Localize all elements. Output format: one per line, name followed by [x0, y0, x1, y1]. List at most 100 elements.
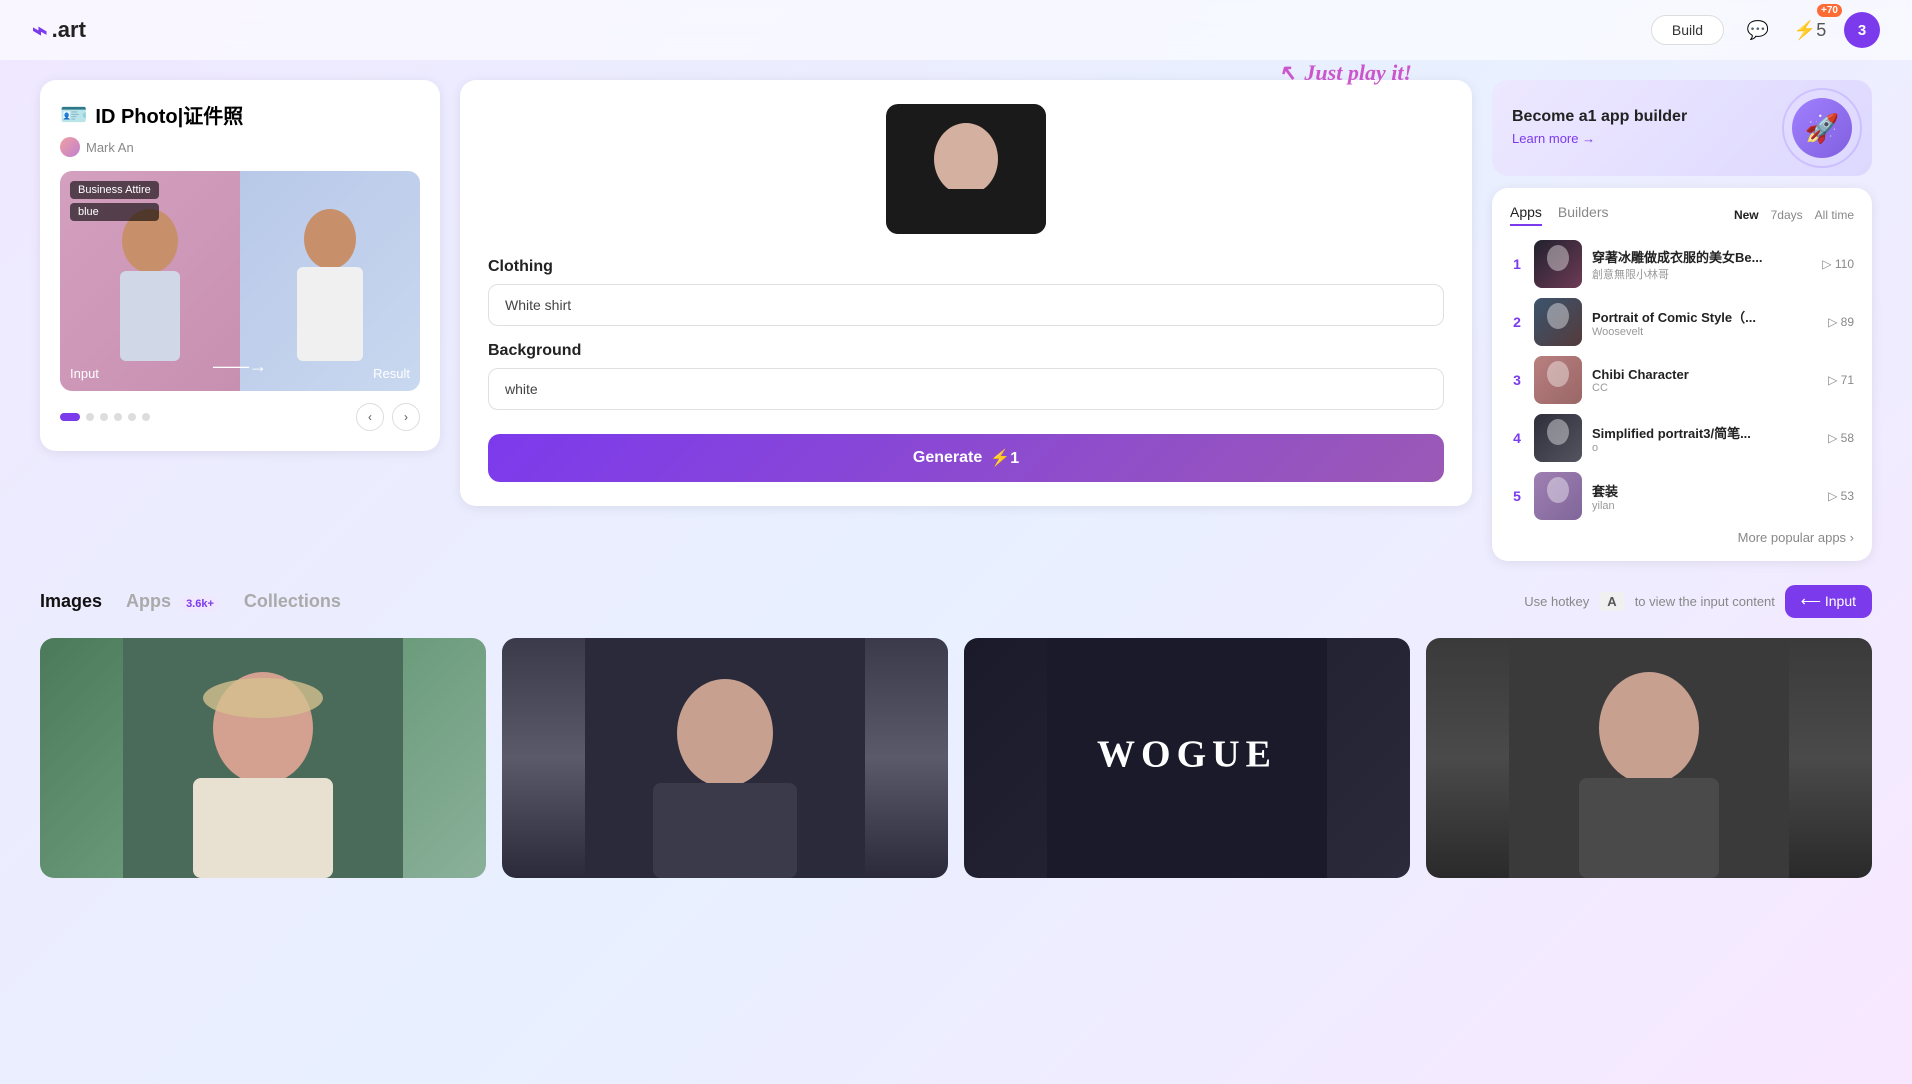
lightning-button[interactable]: ⚡ 5: [1792, 12, 1828, 48]
hotkey-row: Use hotkey A to view the input content ⟵…: [1524, 585, 1872, 618]
become-builder-title: Become a1 app builder: [1512, 108, 1687, 126]
prev-arrow-button[interactable]: ‹: [356, 403, 384, 431]
logo[interactable]: ⌁ .art: [32, 15, 86, 46]
photo-demo: Business Attire blue Input: [60, 171, 420, 391]
author-name: Mark An: [86, 140, 134, 155]
generate-label: Generate: [913, 449, 982, 467]
popular-item-3[interactable]: 3 Chibi Character CC ▷ 71: [1510, 356, 1854, 404]
author-row: Mark An: [60, 137, 420, 157]
popular-info-1: 穿著冰雕做成衣服的美女Be... 創意無限小林哥: [1592, 247, 1812, 282]
apps-count-badge: 3.6k+: [180, 596, 220, 612]
photo-preview-area: [488, 104, 1444, 234]
just-play-it-label: ↖ Just play it!: [1278, 60, 1412, 86]
become-builder-card[interactable]: Become a1 app builder Learn more → 🚀: [1492, 80, 1872, 176]
app-title: 🪪 ID Photo|证件照: [60, 100, 420, 129]
image-4: [1426, 638, 1872, 878]
tabs-right: New 7days All time: [1734, 208, 1854, 222]
more-apps-link[interactable]: More popular apps ›: [1510, 530, 1854, 545]
circle-decoration: [1782, 88, 1862, 168]
dot-4[interactable]: [114, 413, 122, 421]
image-2: [502, 638, 948, 878]
popular-count-2: ▷ 89: [1828, 315, 1854, 329]
popular-name-2: Portrait of Comic Style（...: [1592, 307, 1818, 326]
arrow-divider: ——→: [213, 356, 267, 377]
author-avatar: [60, 137, 80, 157]
popular-item-1[interactable]: 1 穿著冰雕做成衣服的美女Be... 創意無限小林哥 ▷ 110: [1510, 240, 1854, 288]
popular-panel: Apps Builders New 7days All time 1: [1492, 188, 1872, 561]
popular-list: 1 穿著冰雕做成衣服的美女Be... 創意無限小林哥 ▷ 110 2: [1510, 240, 1854, 520]
tabs-left: Apps Builders: [1510, 204, 1609, 226]
popular-author-5: yilan: [1592, 500, 1818, 512]
tab-collections[interactable]: Collections: [244, 591, 341, 612]
dot-2[interactable]: [86, 413, 94, 421]
dot-5[interactable]: [128, 413, 136, 421]
popular-author-3: CC: [1592, 382, 1818, 394]
image-card-3[interactable]: WOGUE: [964, 638, 1410, 878]
lightning-count: 5: [1816, 20, 1826, 41]
popular-thumb-2: [1534, 298, 1582, 346]
time-tab-7days[interactable]: 7days: [1771, 208, 1803, 222]
image-3: WOGUE: [964, 638, 1410, 878]
chat-icon-button[interactable]: 💬: [1740, 12, 1776, 48]
top-section: 🪪 ID Photo|证件照 Mark An Business Attire b…: [40, 80, 1872, 561]
input-button[interactable]: ⟵ Input: [1785, 585, 1872, 618]
tag-business: Business Attire: [70, 181, 159, 199]
popular-item-4[interactable]: 4 Simplified portrait3/简笔... o ▷ 58: [1510, 414, 1854, 462]
person-silhouette-left: [105, 201, 195, 361]
generate-card: ↖ Just play it! Clothing Background Gene: [460, 80, 1472, 506]
dot-3[interactable]: [100, 413, 108, 421]
dot-1[interactable]: [60, 413, 80, 421]
popular-thumb-1: [1534, 240, 1582, 288]
logo-text: .art: [52, 17, 86, 43]
person-silhouette-right: [285, 201, 375, 361]
thumb-svg-5: [1534, 472, 1582, 520]
background-label: Background: [488, 342, 1444, 360]
time-tab-alltime[interactable]: All time: [1815, 208, 1854, 222]
image-card-4[interactable]: [1426, 638, 1872, 878]
tab-apps[interactable]: Apps: [1510, 204, 1542, 226]
clothing-input[interactable]: [488, 284, 1444, 326]
popular-count-1: ▷ 110: [1822, 257, 1854, 271]
user-avatar-button[interactable]: 3: [1844, 12, 1880, 48]
tab-builders[interactable]: Builders: [1558, 204, 1609, 226]
popular-author-1: 創意無限小林哥: [1592, 266, 1812, 282]
face-svg: [886, 104, 1046, 234]
build-button[interactable]: Build: [1651, 15, 1724, 45]
notification-badge: +70: [1817, 4, 1842, 17]
become-builder-text: Become a1 app builder Learn more →: [1512, 108, 1687, 148]
background-input[interactable]: [488, 368, 1444, 410]
tab-apps[interactable]: Apps 3.6k+: [126, 591, 220, 612]
svg-text:WOGUE: WOGUE: [1097, 734, 1277, 776]
popular-rank-5: 5: [1510, 488, 1524, 504]
app-emoji: 🪪: [60, 102, 87, 128]
photo-result-side: Result: [240, 171, 420, 391]
popular-info-5: 套装 yilan: [1592, 481, 1818, 512]
thumb-svg-1: [1534, 240, 1582, 288]
dots-row: ‹ ›: [60, 403, 420, 431]
popular-thumb-5: [1534, 472, 1582, 520]
thumb-svg-4: [1534, 414, 1582, 462]
main-content: 🪪 ID Photo|证件照 Mark An Business Attire b…: [0, 60, 1912, 928]
image-card-1[interactable]: [40, 638, 486, 878]
popular-info-2: Portrait of Comic Style（... Woosevelt: [1592, 307, 1818, 338]
thumb-svg-2: [1534, 298, 1582, 346]
popular-item-5[interactable]: 5 套装 yilan ▷ 53: [1510, 472, 1854, 520]
img-2-svg: [502, 638, 948, 878]
dot-6[interactable]: [142, 413, 150, 421]
generate-button[interactable]: Generate ⚡1: [488, 434, 1444, 482]
tab-images[interactable]: Images: [40, 591, 102, 612]
next-arrow-button[interactable]: ›: [392, 403, 420, 431]
popular-item-2[interactable]: 2 Portrait of Comic Style（... Woosevelt …: [1510, 298, 1854, 346]
img-3-svg: WOGUE: [964, 638, 1410, 878]
lightning-icon: ⚡: [1794, 20, 1816, 41]
result-label: Result: [373, 366, 410, 381]
image-grid: WOGUE: [40, 638, 1872, 878]
app-title-text: ID Photo|证件照: [95, 100, 243, 129]
image-card-2[interactable]: [502, 638, 948, 878]
input-label: Input: [70, 366, 99, 381]
learn-more-link[interactable]: Learn more →: [1512, 131, 1595, 146]
hotkey-label: Use hotkey: [1524, 594, 1589, 609]
time-tab-new[interactable]: New: [1734, 208, 1759, 222]
logo-icon: ⌁: [32, 15, 48, 46]
lightning-wrap: ⚡ 5 +70: [1792, 12, 1828, 48]
